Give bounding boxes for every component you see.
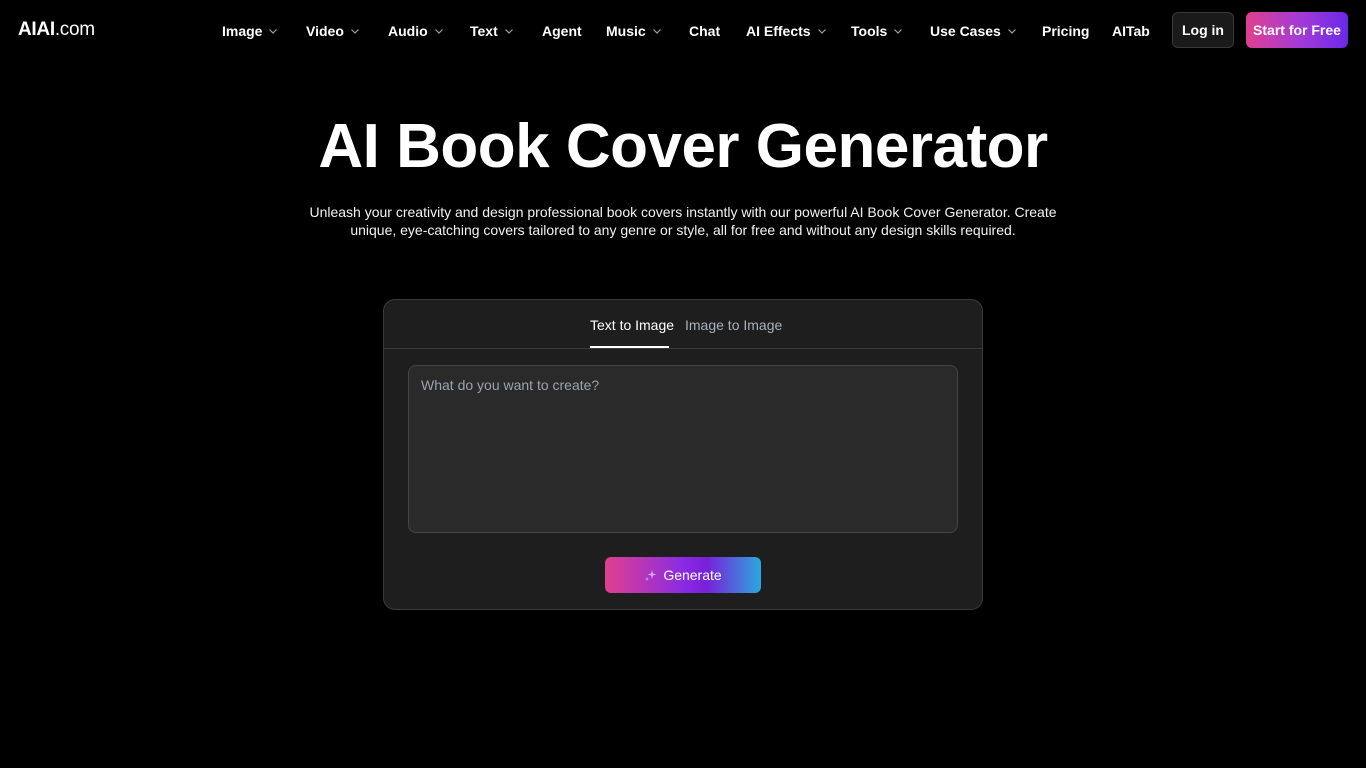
nav-item-aitab[interactable]: AITab [1112,22,1150,40]
generator-tabs: Text to Image Image to Image [384,300,982,349]
chevron-down-icon [504,26,514,36]
nav-item-label: Chat [689,23,721,39]
chevron-down-icon [1007,26,1017,36]
chevron-down-icon [817,26,827,36]
chevron-down-icon [350,26,360,36]
logo-text-light: .com [54,19,95,40]
login-button[interactable]: Log in [1172,12,1234,48]
nav-item-audio[interactable]: Audio [388,22,444,40]
tab-image-to-image[interactable]: Image to Image [685,316,782,334]
site-header: AIAI.com Image Video Audio Text Agent Mu… [0,0,1366,60]
nav-item-pricing[interactable]: Pricing [1042,22,1089,40]
nav-item-label: Image [222,23,263,39]
nav-item-chat[interactable]: Chat [689,22,720,40]
nav-item-use-cases[interactable]: Use Cases [930,22,1017,40]
nav-item-ai-effects[interactable]: AI Effects [746,22,827,40]
nav-item-label: Tools [851,23,888,39]
nav-item-agent[interactable]: Agent [542,22,582,40]
logo-text-strong: AIAI [18,19,55,40]
nav-item-label: Audio [388,23,428,39]
nav-item-label: Agent [542,23,582,39]
nav-item-label: Use Cases [930,23,1001,39]
page-subtitle: Unleash your creativity and design profe… [309,204,1057,238]
nav-item-label: Text [470,23,498,39]
chevron-down-icon [268,26,278,36]
nav-item-text[interactable]: Text [470,22,514,40]
chevron-down-icon [652,26,662,36]
nav-item-music[interactable]: Music [606,22,662,40]
generator-card: Text to Image Image to Image Generate [383,299,983,610]
generate-label: Generate [663,567,722,583]
chevron-down-icon [893,26,903,36]
nav-item-label: AI Effects [746,23,811,39]
nav-item-label: Pricing [1042,23,1090,39]
chevron-down-icon [434,26,444,36]
nav-item-label: Video [306,23,344,39]
nav-item-tools[interactable]: Tools [851,22,903,40]
page-title: AI Book Cover Generator [318,112,1048,181]
nav-item-label: AITab [1112,23,1150,39]
nav-item-label: Music [606,23,646,39]
tab-text-to-image[interactable]: Text to Image [590,316,674,334]
nav-item-image[interactable]: Image [222,22,278,40]
nav-item-video[interactable]: Video [306,22,360,40]
active-tab-indicator [590,346,669,348]
start-for-free-button[interactable]: Start for Free [1246,12,1348,48]
sparkle-icon [644,568,658,582]
site-logo[interactable]: AIAI.com [18,19,95,41]
generate-button[interactable]: Generate [605,557,761,593]
prompt-input[interactable] [408,365,958,533]
